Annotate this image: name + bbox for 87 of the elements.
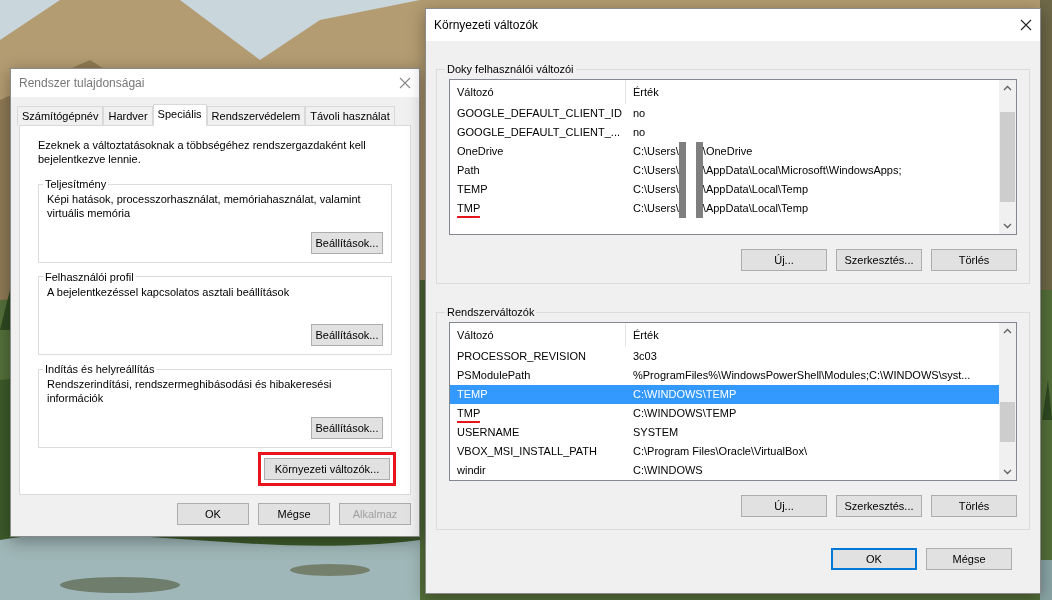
- window-title: Rendszer tulajdonságai: [19, 76, 145, 90]
- dialog-button[interactable]: Mégse: [926, 548, 1012, 570]
- variable-value: C:\WINDOWS\TEMP: [633, 406, 737, 421]
- variable-value: no: [633, 125, 646, 140]
- variable-name: PSModulePath: [457, 368, 531, 383]
- window-title: Környezeti változók: [434, 18, 539, 32]
- scroll-up-icon[interactable]: [1003, 85, 1012, 91]
- dialog-button[interactable]: OK: [177, 503, 249, 525]
- settings-button[interactable]: Beállítások...: [311, 324, 383, 347]
- variables-list[interactable]: [449, 79, 1017, 235]
- tab[interactable]: Speciális: [152, 104, 207, 126]
- column-header[interactable]: Érték: [626, 323, 999, 347]
- variable-row[interactable]: VBOX_MSI_INSTALL_PATH C:\Program Files\Oracle\VirtualBox\: [450, 442, 999, 461]
- column-header[interactable]: Változó: [450, 80, 626, 104]
- scrollbar[interactable]: [999, 80, 1016, 234]
- variable-row[interactable]: GOOGLE_DEFAULT_CLIENT_ID no: [450, 104, 999, 123]
- scroll-up-icon[interactable]: [1003, 328, 1012, 334]
- variable-row[interactable]: TEMP C:\Users\ \AppData\Local\Temp: [450, 180, 999, 199]
- variable-value: \AppData\Local\Temp: [702, 182, 808, 197]
- variable-row[interactable]: USERNAME SYSTEM: [450, 423, 999, 442]
- variable-value: no: [633, 106, 646, 121]
- group-title: Rendszerváltozók: [446, 306, 536, 318]
- variable-value: C:\Users\: [633, 144, 679, 159]
- tab[interactable]: Távoli használat: [305, 106, 395, 125]
- variable-value: C:\Program Files\Oracle\VirtualBox\: [633, 444, 808, 459]
- variable-row[interactable]: PSModulePath %ProgramFiles%\WindowsPowerShell\Modules;C:\WINDOWS\syst...: [450, 366, 999, 385]
- column-header[interactable]: Érték: [626, 80, 999, 104]
- variable-row[interactable]: TMP C:\WINDOWS\TEMP: [450, 404, 999, 423]
- dialog-button[interactable]: Mégse: [258, 503, 330, 525]
- variable-value: \AppData\Local\Microsoft\WindowsApps;: [702, 163, 902, 178]
- list-action-button[interactable]: Szerkesztés...: [836, 249, 922, 271]
- scroll-thumb[interactable]: [1000, 112, 1015, 202]
- variable-row[interactable]: TMP C:\Users\ \AppData\Local\Temp: [450, 199, 999, 218]
- group-title: Doky felhasználói változói: [446, 63, 575, 75]
- tab[interactable]: Hardver: [103, 106, 153, 125]
- list-action-button[interactable]: Új...: [741, 249, 827, 271]
- environment-variables-button[interactable]: Környezeti változók...: [264, 458, 390, 480]
- scrollbar[interactable]: [999, 323, 1016, 480]
- variable-value: %ProgramFiles%\WindowsPowerShell\Modules;C:\WINDOWS\syst...: [633, 368, 971, 383]
- list-action-button[interactable]: Törlés: [931, 249, 1017, 271]
- intro-text: Ezeknek a változtatásoknak a többségéhez rendszergazdaként kell bejelentkezve lennie.: [38, 138, 367, 166]
- tab[interactable]: Számítógépnév: [17, 106, 104, 125]
- variable-name: TMP: [457, 406, 481, 423]
- variable-name: PROCESSOR_REVISION: [457, 349, 586, 364]
- close-icon[interactable]: [1020, 19, 1032, 31]
- group-description: Képi hatások, processzorhasználat, memóriahasználat, valamint virtuális memória: [47, 192, 362, 220]
- variable-name: TEMP: [457, 387, 488, 402]
- column-header[interactable]: Változó: [450, 323, 626, 347]
- variable-value: C:\Users\: [633, 182, 679, 197]
- list-action-button[interactable]: Szerkesztés...: [836, 495, 922, 517]
- scroll-down-icon[interactable]: [1003, 223, 1012, 229]
- variable-name: USERNAME: [457, 425, 520, 440]
- group-title: Teljesítmény: [44, 178, 108, 190]
- scroll-thumb[interactable]: [1000, 401, 1015, 442]
- variable-name: TEMP: [457, 182, 488, 197]
- scroll-down-icon[interactable]: [1003, 469, 1012, 475]
- variable-value: C:\WINDOWS: [633, 463, 703, 478]
- variable-row[interactable]: OneDrive C:\Users\ \OneDrive: [450, 142, 999, 161]
- variables-list[interactable]: [449, 322, 1017, 481]
- group-title: Felhasználói profil: [44, 270, 135, 283]
- list-action-button[interactable]: Törlés: [931, 495, 1017, 517]
- variable-value: C:\Users\: [633, 163, 679, 178]
- variable-name: windir: [457, 463, 486, 478]
- variable-value: 3c03: [633, 349, 657, 364]
- dialog-button[interactable]: OK: [831, 548, 917, 570]
- variable-name: VBOX_MSI_INSTALL_PATH: [457, 444, 597, 459]
- group-description: A bejelentkezéssel kapcsolatos asztali beállítások: [47, 284, 291, 299]
- variable-name: GOOGLE_DEFAULT_CLIENT_ID: [457, 106, 622, 121]
- variable-row[interactable]: GOOGLE_DEFAULT_CLIENT_... no: [450, 123, 999, 142]
- variable-value: \AppData\Local\Temp: [702, 201, 808, 216]
- variable-value: C:\WINDOWS\TEMP: [633, 387, 737, 402]
- group-title: Indítás és helyreállítás: [44, 363, 156, 376]
- tab[interactable]: Rendszervédelem: [206, 106, 306, 125]
- list-action-button[interactable]: Új...: [741, 495, 827, 517]
- variable-name: OneDrive: [457, 144, 504, 159]
- settings-button[interactable]: Beállítások...: [311, 417, 383, 439]
- variable-name: GOOGLE_DEFAULT_CLIENT_...: [457, 125, 620, 140]
- variable-value: SYSTEM: [633, 425, 679, 440]
- variable-value: C:\Users\: [633, 201, 679, 216]
- variable-name: TMP: [457, 201, 481, 218]
- settings-button[interactable]: Beállítások...: [311, 231, 383, 254]
- variable-name: Path: [457, 163, 480, 178]
- variable-row[interactable]: windir C:\WINDOWS: [450, 461, 999, 480]
- group-description: Rendszerindítási, rendszermeghibásodási és hibakeresési információk: [47, 377, 333, 406]
- variable-row[interactable]: Path C:\Users\ \AppData\Local\Microsoft\WindowsApps;: [450, 161, 999, 180]
- variable-row[interactable]: PROCESSOR_REVISION 3c03: [450, 347, 999, 366]
- variable-value: \OneDrive: [702, 144, 753, 159]
